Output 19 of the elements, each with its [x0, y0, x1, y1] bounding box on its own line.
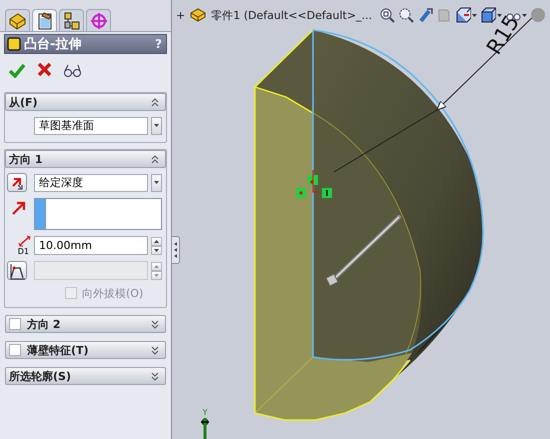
group-header[interactable]: 方向 2 — [5, 315, 166, 333]
group-header[interactable]: 所选轮廓(S) — [5, 367, 166, 385]
dropdown-field[interactable]: 给定深度 — [34, 174, 148, 192]
axis-label: Y — [202, 408, 208, 417]
dropdown-field[interactable]: 草图基准面 — [34, 116, 148, 134]
group-title: 薄壁特征(T) — [27, 342, 90, 358]
group-title: 方向 2 — [27, 316, 62, 332]
tree-expand-button[interactable]: + — [176, 8, 186, 22]
feature-title: 凸台-拉伸 — [24, 36, 82, 53]
document-title[interactable]: 零件1 (Default<<Default>_... — [211, 8, 372, 22]
spin-field[interactable]: 10.00mm — [34, 236, 148, 255]
group-title: 所选轮廓(S) — [9, 368, 72, 384]
group-header[interactable]: 薄壁特征(T) — [5, 341, 166, 359]
icon-label: D1 — [18, 246, 29, 256]
group-title: 从(F) — [9, 94, 39, 110]
group-title: 方向 1 — [9, 152, 44, 166]
group-header[interactable]: 从(F) — [5, 93, 166, 111]
group-header[interactable]: 方向 1 — [5, 150, 166, 168]
checkbox-label: 向外拔模(O) — [82, 286, 144, 300]
